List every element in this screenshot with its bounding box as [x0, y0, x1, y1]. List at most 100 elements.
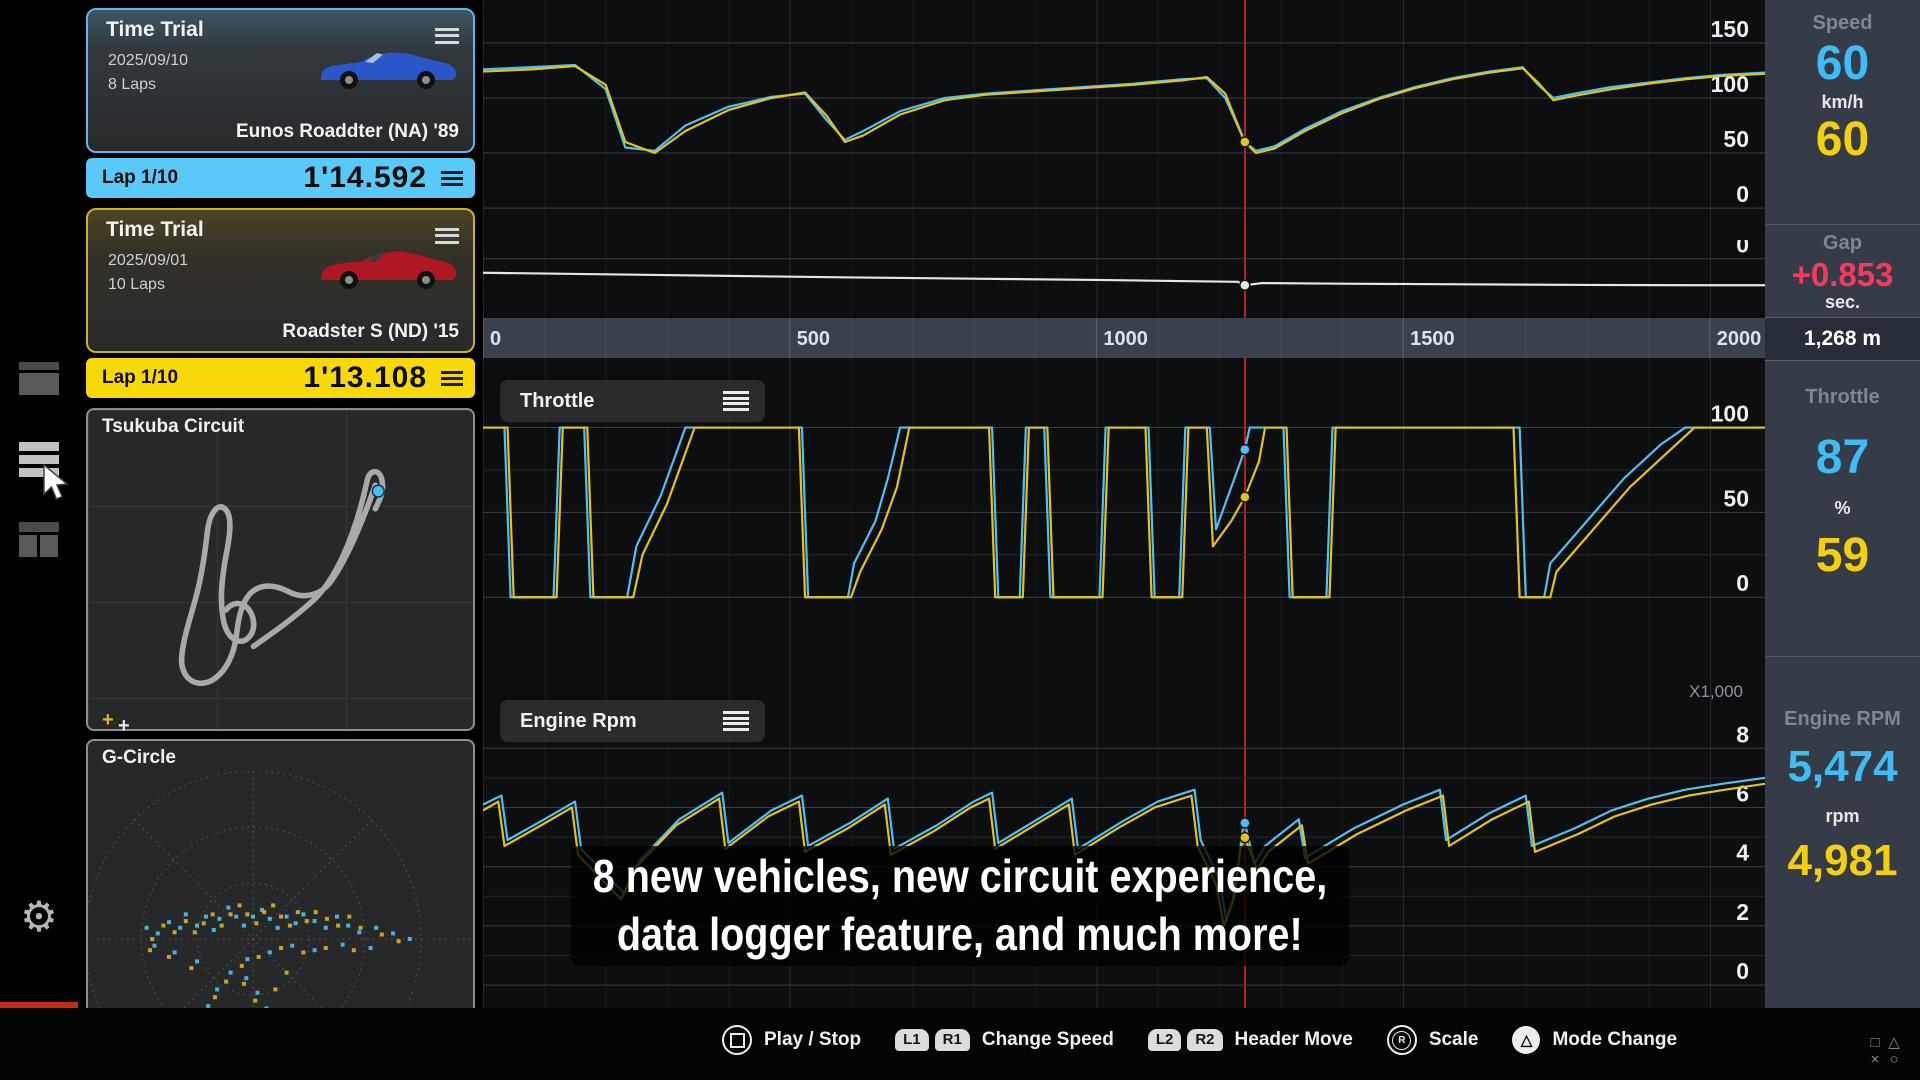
- car-name: Eunos Roaddter (NA) '89: [236, 121, 459, 143]
- l1-button-icon: L1: [895, 1029, 929, 1051]
- square-button-icon: [722, 1025, 752, 1055]
- session-laps: 8 Laps: [108, 76, 156, 94]
- gt-data-logger-screen: ⚙ Time Trial 2025/09/10 8 Laps Eunos Roa…: [0, 0, 1920, 1080]
- svg-text:2000: 2000: [1717, 328, 1762, 350]
- car-image-blue-roadster: [313, 40, 463, 92]
- rpm-scale-note: X1,000: [1689, 682, 1743, 702]
- throttle-chart-title: Throttle: [520, 390, 594, 413]
- track-map-title: Tsukuba Circuit: [102, 416, 244, 438]
- r1-button-icon: R1: [935, 1029, 970, 1051]
- rpm-chart-title: Engine Rpm: [520, 710, 637, 733]
- session-laps: 10 Laps: [108, 276, 165, 294]
- scale-label: Scale: [1429, 1029, 1479, 1051]
- track-map-panel[interactable]: Tsukuba Circuit: [86, 408, 475, 731]
- session-mode: Time Trial: [106, 218, 204, 242]
- speed-label: Speed: [1765, 12, 1920, 35]
- divider: [1765, 224, 1920, 225]
- svg-text:8: 8: [1736, 721, 1749, 747]
- session-date: 2025/09/10: [108, 52, 188, 70]
- svg-text:50: 50: [1723, 485, 1749, 511]
- gap-label: Gap: [1765, 232, 1920, 255]
- rpm-value-p2: 4,981: [1765, 836, 1920, 886]
- g-marker-yellow: +: [102, 710, 114, 730]
- gap-chart[interactable]: 0: [483, 240, 1765, 318]
- rpm-label: Engine RPM: [1765, 708, 1920, 731]
- speed-value-p1: 60: [1765, 36, 1920, 91]
- g-marker-white: +: [118, 716, 130, 736]
- throttle-chart-header[interactable]: Throttle: [500, 380, 765, 422]
- change-speed-control[interactable]: L1 R1 Change Speed: [895, 1029, 1114, 1051]
- r2-button-icon: R2: [1187, 1029, 1222, 1051]
- layout-grid-icon[interactable]: [19, 522, 59, 557]
- chart-menu-icon[interactable]: [723, 389, 749, 414]
- svg-text:100: 100: [1711, 401, 1749, 427]
- promo-caption: 8 new vehicles, new circuit experience, …: [571, 846, 1349, 966]
- triangle-button-icon: △: [1512, 1026, 1540, 1054]
- session-card-1[interactable]: Time Trial 2025/09/10 8 Laps Eunos Roadd…: [86, 8, 475, 153]
- scale-control[interactable]: R Scale: [1387, 1025, 1479, 1055]
- caption-line-1: 8 new vehicles, new circuit experience,: [593, 848, 1327, 906]
- gap-unit: sec.: [1765, 292, 1920, 313]
- svg-text:1500: 1500: [1410, 328, 1455, 350]
- svg-text:0: 0: [490, 328, 501, 350]
- svg-text:4: 4: [1736, 840, 1749, 866]
- svg-text:0: 0: [1736, 181, 1749, 207]
- throttle-label: Throttle: [1765, 386, 1920, 409]
- rpm-chart-header[interactable]: Engine Rpm: [500, 700, 765, 742]
- divider: [1765, 656, 1920, 657]
- rpm-value-p1: 5,474: [1765, 742, 1920, 792]
- svg-text:0: 0: [1736, 240, 1749, 258]
- lap-time-bar-2[interactable]: Lap 1/10 1'13.108: [86, 358, 475, 398]
- change-speed-label: Change Speed: [982, 1029, 1114, 1051]
- lap-time: 1'13.108: [303, 361, 427, 395]
- svg-text:1000: 1000: [1103, 328, 1148, 350]
- distance-readout: 1,268 m: [1765, 317, 1920, 361]
- left-toolbar: ⚙: [0, 0, 78, 1080]
- header-move-label: Header Move: [1235, 1029, 1353, 1051]
- svg-text:6: 6: [1736, 780, 1749, 806]
- throttle-unit: %: [1765, 498, 1920, 519]
- svg-text:500: 500: [797, 328, 830, 350]
- lap-menu-icon[interactable]: [441, 368, 463, 389]
- svg-text:2: 2: [1736, 899, 1749, 925]
- control-bar: Play / Stop L1 R1 Change Speed L2 R2 Hea…: [0, 1008, 1920, 1080]
- mode-change-control[interactable]: △ Mode Change: [1512, 1026, 1677, 1054]
- lap-menu-icon[interactable]: [441, 168, 463, 189]
- play-stop-label: Play / Stop: [764, 1029, 861, 1051]
- track-map: [88, 440, 473, 725]
- right-stick-icon: R: [1387, 1025, 1417, 1055]
- telemetry-charts-area[interactable]: 150100500 0 0500100015002000 100500 Thro…: [483, 0, 1765, 1010]
- session-panel-column: Time Trial 2025/09/10 8 Laps Eunos Roadd…: [86, 0, 475, 1080]
- distance-axis[interactable]: 0 500 1000 1500 2000: [483, 318, 1765, 358]
- session-card-2[interactable]: Time Trial 2025/09/01 10 Laps Roadster S…: [86, 208, 475, 353]
- lap-counter: Lap 1/10: [102, 167, 178, 189]
- mouse-cursor: [42, 464, 70, 504]
- session-mode: Time Trial: [106, 18, 204, 42]
- speed-value-p2: 60: [1765, 112, 1920, 167]
- caption-line-2: data logger feature, and much more!: [617, 906, 1303, 964]
- gap-value: +0.853: [1765, 256, 1920, 294]
- settings-gear-icon[interactable]: ⚙: [0, 896, 78, 938]
- speed-chart[interactable]: 150100500: [483, 0, 1765, 240]
- rpm-unit: rpm: [1765, 806, 1920, 827]
- lap-time: 1'14.592: [303, 161, 427, 195]
- svg-text:0: 0: [1736, 958, 1749, 984]
- play-stop-button[interactable]: Play / Stop: [722, 1025, 861, 1055]
- layout-rows-icon[interactable]: [19, 362, 59, 395]
- throttle-value-p1: 87: [1765, 430, 1920, 485]
- svg-text:50: 50: [1723, 126, 1749, 152]
- playstation-shapes-logo: □△×○: [1867, 1035, 1902, 1068]
- chart-menu-icon[interactable]: [723, 709, 749, 734]
- session-date: 2025/09/01: [108, 252, 188, 270]
- g-circle-title: G-Circle: [102, 747, 176, 769]
- header-move-control[interactable]: L2 R2 Header Move: [1148, 1029, 1353, 1051]
- lap-time-bar-1[interactable]: Lap 1/10 1'14.592: [86, 158, 475, 198]
- svg-text:0: 0: [1736, 570, 1749, 596]
- l2-button-icon: L2: [1148, 1029, 1182, 1051]
- car-image-red-roadster: [313, 240, 463, 292]
- mode-change-label: Mode Change: [1552, 1029, 1677, 1051]
- speed-unit: km/h: [1765, 92, 1920, 113]
- throttle-value-p2: 59: [1765, 528, 1920, 583]
- lap-counter: Lap 1/10: [102, 367, 178, 389]
- car-name: Roadster S (ND) '15: [282, 321, 459, 343]
